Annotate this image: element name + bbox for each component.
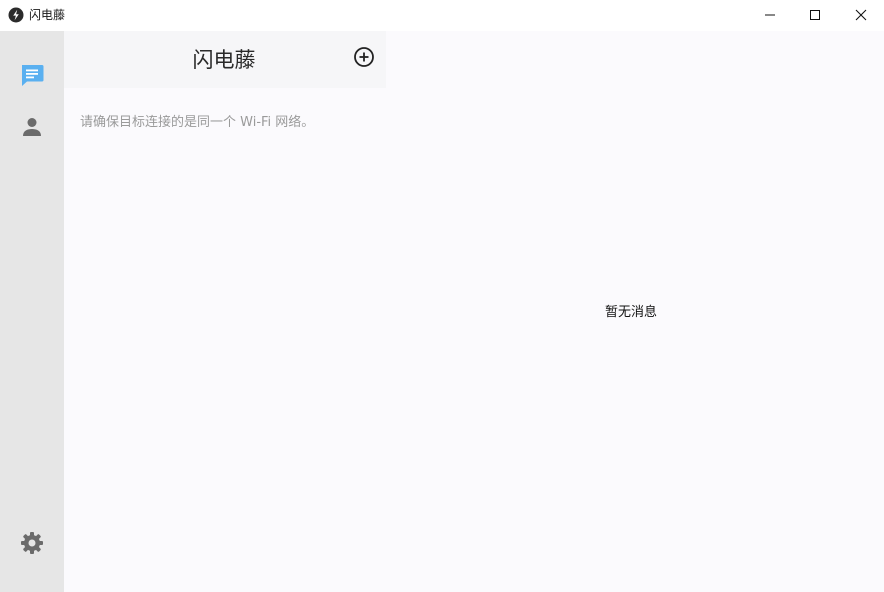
plus-circle-icon (353, 46, 375, 72)
sidebar (0, 31, 64, 592)
person-icon (21, 116, 43, 142)
lightning-logo-icon (8, 7, 24, 23)
chat-bubble-icon (19, 62, 45, 92)
minimize-button[interactable] (747, 0, 793, 31)
page-title: 闪电藤 (192, 48, 256, 72)
add-device-button[interactable] (352, 47, 376, 71)
title-bar: 闪电藤 (0, 0, 884, 31)
sidebar-item-contacts[interactable] (16, 113, 48, 145)
wifi-hint-text: 请确保目标连接的是同一个 Wi-Fi 网络。 (80, 115, 315, 130)
maximize-icon (809, 6, 821, 25)
list-header: 闪电藤 (64, 31, 386, 88)
close-icon (855, 6, 867, 25)
close-button[interactable] (838, 0, 884, 31)
sidebar-item-messages[interactable] (16, 61, 48, 93)
gear-icon (20, 531, 44, 559)
minimize-icon (764, 6, 776, 25)
app-window: 闪电藤 闪电藤 请确保目标连接的是同一个 Wi-Fi 网络。 暂无消息 (0, 0, 884, 592)
window-title: 闪电藤 (29, 8, 66, 22)
maximize-button[interactable] (792, 0, 838, 31)
sidebar-item-settings[interactable] (16, 529, 48, 561)
empty-messages-text: 暂无消息 (605, 305, 658, 320)
